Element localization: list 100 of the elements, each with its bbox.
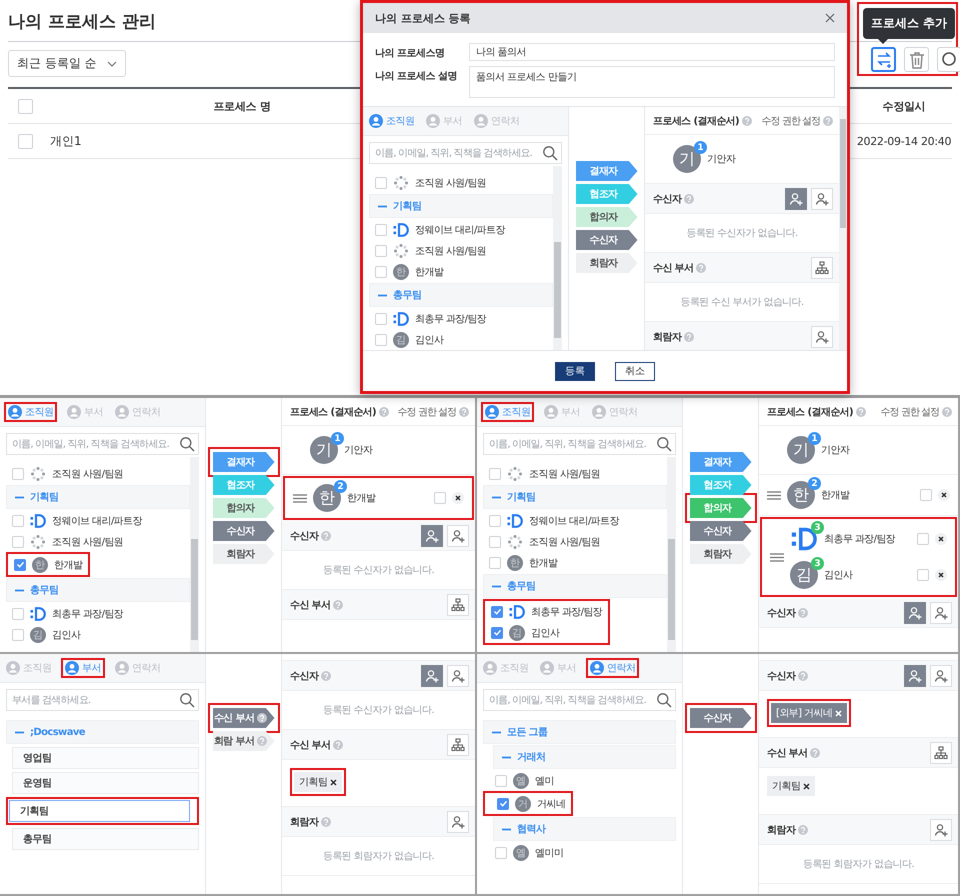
checkbox[interactable] — [12, 628, 24, 640]
department-item[interactable]: 영업팀 — [12, 747, 199, 769]
search-icon[interactable] — [542, 145, 558, 161]
checkbox[interactable] — [12, 536, 24, 548]
tab[interactable]: 부서 — [63, 660, 104, 676]
group-row[interactable]: 총무팀 — [369, 283, 553, 307]
input-field[interactable]: 나의 품의서 — [469, 43, 835, 61]
tab[interactable]: 조직원 — [367, 113, 416, 129]
scrollbar[interactable] — [839, 107, 847, 350]
permission-setting-link[interactable]: 수정 권한 설정 — [762, 114, 820, 128]
help-icon[interactable] — [856, 406, 866, 416]
permission-setting-link[interactable]: 수정 권한 설정 — [880, 404, 939, 418]
checkbox[interactable] — [12, 468, 24, 480]
search-field[interactable]: 이름, 이메일, 직위, 직책을 검색하세요. — [369, 142, 562, 164]
stage-button[interactable]: 회람 부서 — [212, 731, 274, 751]
help-icon[interactable] — [333, 740, 344, 750]
checkbox[interactable] — [18, 134, 33, 148]
tab[interactable]: 조직원 — [4, 660, 54, 676]
checkbox[interactable] — [375, 224, 387, 236]
add-department-button[interactable] — [811, 256, 833, 278]
search-icon[interactable] — [656, 692, 672, 708]
group-row[interactable]: 총무팀 — [483, 574, 667, 598]
tab[interactable]: 조직원 — [6, 404, 56, 420]
tab[interactable]: 부서 — [538, 660, 578, 676]
tab[interactable]: 부서 — [424, 113, 464, 129]
group-row[interactable]: 협력사 — [493, 817, 676, 841]
stage-button[interactable]: 수신자 — [212, 521, 274, 541]
checkbox[interactable] — [489, 556, 501, 568]
remove-icon[interactable] — [452, 492, 464, 504]
group-row[interactable]: 모든 그룹 — [483, 720, 676, 744]
drag-handle-icon[interactable] — [770, 552, 784, 562]
checkbox[interactable] — [18, 98, 33, 114]
checkbox[interactable] — [497, 798, 509, 810]
group-row[interactable]: 거래처 — [493, 745, 676, 769]
help-icon[interactable] — [798, 608, 808, 618]
stage-button[interactable]: 결재자 — [576, 161, 638, 181]
stage-button[interactable]: 회람자 — [576, 253, 638, 273]
checkbox[interactable] — [14, 558, 26, 570]
help-icon[interactable] — [684, 332, 694, 342]
search-field[interactable]: 이름, 이메일, 직위, 직책을 검색하세요. — [483, 433, 676, 455]
tab[interactable]: 연락처 — [113, 404, 162, 420]
group-row[interactable]: 총무팀 — [6, 578, 190, 602]
add-department-button[interactable] — [447, 594, 469, 616]
stage-button[interactable]: 결재자 — [690, 452, 752, 472]
add-department-button[interactable] — [447, 734, 469, 756]
checkbox[interactable] — [375, 244, 387, 256]
remove-icon[interactable] — [803, 782, 810, 790]
stage-button[interactable]: 수신자 — [576, 230, 638, 250]
stage-button[interactable]: 결재자 — [212, 452, 274, 472]
add-member-button[interactable] — [904, 602, 926, 624]
help-icon[interactable] — [333, 600, 344, 610]
add-member-button[interactable] — [421, 664, 443, 686]
help-icon[interactable] — [321, 816, 332, 826]
remove-icon[interactable] — [935, 569, 947, 581]
cancel-button[interactable]: 취소 — [615, 362, 655, 380]
group-row[interactable]: 기획팀 — [6, 485, 190, 509]
add-button[interactable] — [871, 47, 896, 72]
input-field[interactable]: 품의서 프로세스 만들기 — [469, 66, 835, 98]
search-field[interactable]: 부서를 검색하세요. — [6, 689, 199, 711]
search-icon[interactable] — [656, 436, 672, 452]
help-icon[interactable] — [257, 736, 268, 746]
add-member-button[interactable] — [421, 524, 443, 546]
tab[interactable]: 조직원 — [483, 404, 532, 420]
help-icon[interactable] — [942, 406, 952, 416]
group-row[interactable]: 기획팀 — [369, 194, 553, 218]
stage-button[interactable]: 협조자 — [212, 475, 274, 495]
remove-icon[interactable] — [938, 489, 950, 501]
department-item[interactable]: 기획팀 — [9, 800, 190, 822]
checkbox[interactable] — [495, 846, 507, 858]
department-item[interactable]: 운영팀 — [12, 772, 199, 794]
checkbox[interactable] — [12, 514, 24, 526]
permission-setting-link[interactable]: 수정 권한 설정 — [398, 404, 456, 418]
group-row[interactable]: 기획팀 — [483, 485, 667, 509]
stage-button[interactable]: 합의자 — [690, 498, 752, 518]
help-icon[interactable] — [798, 670, 808, 680]
search-button[interactable] — [937, 47, 960, 72]
help-icon[interactable] — [696, 262, 706, 272]
checkbox[interactable] — [434, 492, 446, 504]
scrollbar[interactable] — [667, 457, 676, 652]
add-member-button[interactable] — [785, 188, 807, 210]
checkbox[interactable] — [12, 608, 24, 620]
checkbox[interactable] — [917, 533, 929, 545]
checkbox[interactable] — [489, 468, 501, 480]
help-icon[interactable] — [459, 406, 469, 416]
tab[interactable]: 연락처 — [113, 660, 162, 676]
drag-handle-icon[interactable] — [767, 490, 781, 500]
drag-handle-icon[interactable] — [293, 494, 307, 502]
help-icon[interactable] — [823, 116, 833, 126]
tab[interactable]: 조직원 — [481, 660, 530, 676]
checkbox[interactable] — [491, 606, 503, 618]
help-icon[interactable] — [684, 194, 694, 204]
stage-button[interactable]: 수신자 — [690, 708, 752, 728]
submit-button[interactable]: 등록 — [555, 362, 595, 380]
sort-dropdown[interactable]: 최근 등록일 순 — [8, 50, 126, 77]
checkbox[interactable] — [375, 334, 387, 346]
add-department-button[interactable] — [930, 742, 952, 764]
tab[interactable]: 부서 — [65, 404, 106, 420]
help-icon[interactable] — [798, 824, 808, 834]
remove-icon[interactable] — [935, 533, 947, 545]
stage-button[interactable]: 합의자 — [576, 207, 638, 227]
